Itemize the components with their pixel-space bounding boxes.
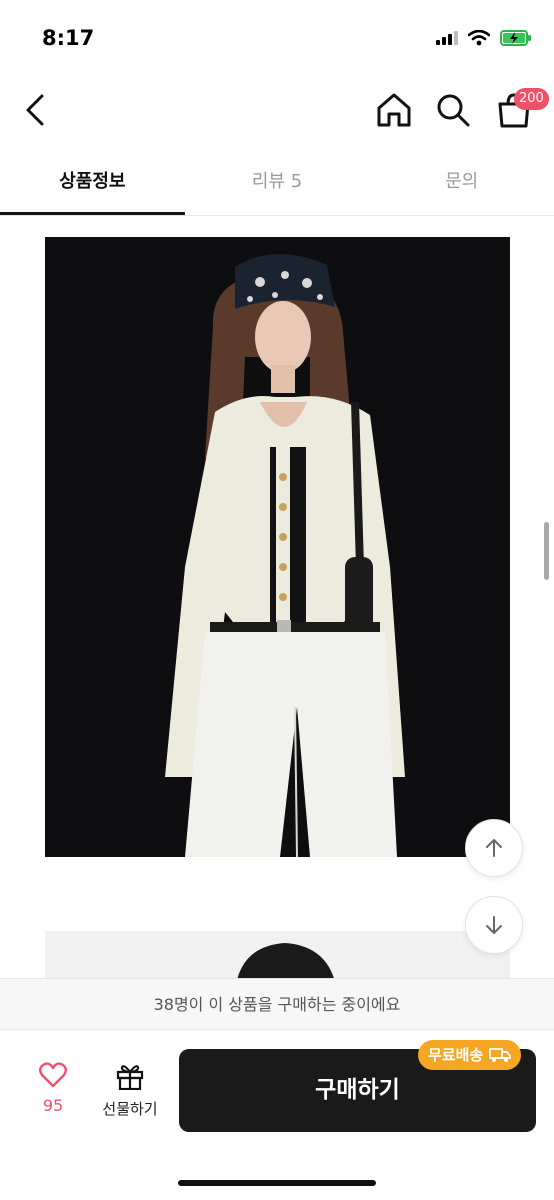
search-icon[interactable]: [434, 92, 474, 128]
gift-icon: [116, 1065, 144, 1091]
status-time: 8:17: [42, 26, 95, 50]
scroll-indicator[interactable]: [544, 522, 549, 580]
tab-inquiry[interactable]: 문의: [369, 150, 554, 215]
cart-count-badge: 200: [514, 88, 549, 110]
like-button[interactable]: 95: [28, 1062, 78, 1126]
active-tab-indicator: [0, 212, 185, 215]
model-illustration: [45, 237, 510, 857]
free-shipping-label: 무료배송: [428, 1046, 484, 1064]
arrow-up-icon: [486, 839, 502, 857]
product-photo: [45, 237, 510, 857]
delivery-truck-icon: [489, 1048, 512, 1062]
home-icon[interactable]: [374, 92, 414, 128]
product-tabs: 상품정보 리뷰 5 문의: [0, 150, 554, 216]
scroll-down-button[interactable]: [465, 896, 523, 954]
status-bar: 8:17: [0, 0, 554, 80]
tab-reviews[interactable]: 리뷰 5: [185, 150, 370, 215]
wifi-icon: [468, 30, 490, 46]
home-indicator: [178, 1180, 376, 1186]
battery-charging-icon: [500, 30, 531, 46]
arrow-down-icon: [486, 916, 502, 934]
status-icons: [436, 30, 532, 46]
top-nav: [0, 80, 554, 150]
gift-label: 선물하기: [102, 1100, 158, 1118]
heart-icon: [39, 1062, 67, 1088]
signal-icon: [436, 31, 458, 45]
back-arrow-icon[interactable]: [22, 92, 52, 128]
free-shipping-badge: 무료배송: [418, 1040, 522, 1070]
tab-product-info[interactable]: 상품정보: [0, 150, 185, 215]
gift-button[interactable]: 선물하기: [96, 1062, 164, 1126]
scroll-up-button[interactable]: [465, 819, 523, 877]
like-count: 95: [42, 1096, 64, 1115]
buyers-notice: 38명이 이 상품을 구매하는 중이에요: [0, 978, 554, 1030]
